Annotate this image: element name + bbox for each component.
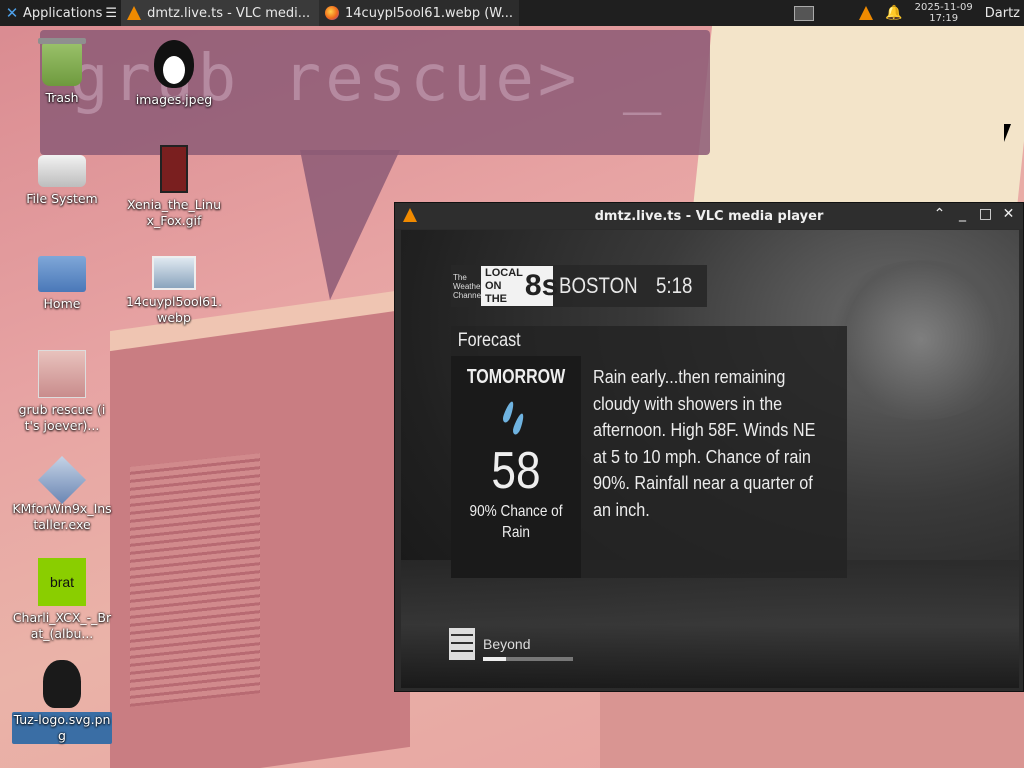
image-icon [154,40,194,88]
desktop-icon-tuz-logo[interactable]: Tuz-logo.svg.png [12,660,112,744]
calendar-icon [449,628,475,660]
window-title: dmtz.live.ts - VLC media player [594,208,824,224]
desktop-icon-xenia-fox[interactable]: Xenia_the_Linux_Fox.gif [124,145,224,229]
video-area[interactable]: The Weather Channel LOCAL ON THE 8s BOST… [401,230,1019,688]
vlc-tray-icon[interactable] [859,6,874,20]
desktop-icon-label: Home [43,296,81,311]
clock[interactable]: 2025-11-09 17:19 [915,2,973,24]
logo-word: ON THE [485,279,507,305]
taskbar-item-label: 14cuypl5ool61.webp (W... [345,5,514,21]
firefox-icon [325,6,340,20]
desktop-icon-label: KMforWin9x_Installer.exe [12,501,112,532]
vlc-titlebar[interactable]: dmtz.live.ts - VLC media player ⌃ _ □ ✕ [395,203,1023,229]
image-icon [43,660,81,708]
vlc-icon [403,208,417,222]
logo-word: LOCAL [485,266,523,279]
image-icon [152,256,196,290]
image-icon [38,350,86,398]
brand-text: The [453,272,467,282]
shade-button[interactable]: ⌃ [931,206,948,222]
city-name: BOSTON [559,273,638,298]
local-on-the-8s-logo: LOCAL ON THE 8s [481,266,558,306]
broadcast-time: 5:18 [655,273,692,298]
desktop-icon-trash[interactable]: Trash [12,38,112,106]
logo-number: 8s [524,269,559,302]
desktop-icon-label: Tuz-logo.svg.png [12,712,112,744]
forecast-temperature: 58 [491,442,541,500]
taskbar-item-image-viewer[interactable]: 14cuypl5ool61.webp (W... [319,0,520,26]
beyond-progress-fill [483,657,506,661]
forecast-description: Rain early...then remaining cloudy with … [593,367,816,520]
desktop-icon-webp[interactable]: 14cuypl5ool61.webp [124,248,224,326]
weather-channel-logo: The Weather Channel [451,265,484,307]
menu-separator-icon: ☰ [105,5,118,21]
desktop-icon-brat[interactable]: brat Charli_XCX_-_Brat_(albu... [12,558,112,642]
clock-date: 2025-11-09 [914,2,973,13]
applications-menu[interactable]: ✕ Applications ☰ [0,0,121,26]
beyond-label: Beyond [483,636,531,652]
desktop-icon-label: Xenia_the_Linux_Fox.gif [126,197,222,228]
applications-menu-icon: ✕ [5,4,19,22]
desktop-icon-label: Trash [45,90,79,105]
broadcast-header: The Weather Channel LOCAL ON THE 8s BOST… [451,265,707,307]
rain-chance: 90% Chance of Rain [469,503,563,541]
desktop-icon-label: Charli_XCX_-_Brat_(albu... [12,610,112,641]
workspace-switcher[interactable] [794,5,815,21]
beyond-progress-track [483,657,573,661]
executable-icon [37,455,87,505]
home-folder-icon [38,256,86,292]
desktop-icon-images-jpeg[interactable]: images.jpeg [124,40,224,108]
desktop-icon-label: 14cuypl5ool61.webp [125,294,223,325]
applications-menu-label: Applications [23,5,103,21]
notification-bell-icon[interactable]: 🔔 [885,5,902,21]
vlc-icon [127,6,142,20]
system-tray: 🔔 2025-11-09 17:19 Dartz [859,2,1024,24]
desktop-icon-label: images.jpeg [135,92,213,107]
image-icon: brat [38,558,86,606]
rain-icon [501,399,531,439]
clock-time: 17:19 [929,13,959,24]
desktop-icon-label: File System [26,191,98,206]
beyond-section: Beyond [449,628,530,660]
forecast-panel: Forecast TOMORROW 58 90% Chance of Rain … [451,326,847,578]
desktop-icon-file-system[interactable]: File System [12,145,112,207]
taskbar-item-vlc[interactable]: dmtz.live.ts - VLC medi... [121,0,320,26]
trash-icon [38,38,86,86]
desktop-icon-label: grub rescue (it's joever)... [18,402,106,433]
desktop-icon-home[interactable]: Home [12,248,112,312]
desktop-icon-kmforwin9x[interactable]: KMforWin9x_Installer.exe [12,455,112,533]
top-panel: ✕ Applications ☰ dmtz.live.ts - VLC medi… [0,0,1024,26]
maximize-button[interactable]: □ [977,206,994,222]
vlc-window: dmtz.live.ts - VLC media player ⌃ _ □ ✕ … [394,202,1024,692]
forecast-day: TOMORROW [466,366,566,388]
taskbar-item-label: dmtz.live.ts - VLC medi... [147,5,311,21]
brand-text: Channel [453,290,483,300]
minimize-button[interactable]: _ [954,206,971,222]
user-menu[interactable]: Dartz [985,6,1020,21]
drive-icon [38,155,86,187]
desktop-icon-grub-rescue[interactable]: grub rescue (it's joever)... [12,350,112,434]
image-icon [160,145,188,193]
mouse-cursor-icon [1004,124,1011,142]
brand-text: Weather [453,281,484,291]
forecast-title: Forecast [457,330,521,351]
close-button[interactable]: ✕ [1000,206,1017,222]
forecast-day-card: TOMORROW 58 90% Chance of Rain [451,356,581,578]
